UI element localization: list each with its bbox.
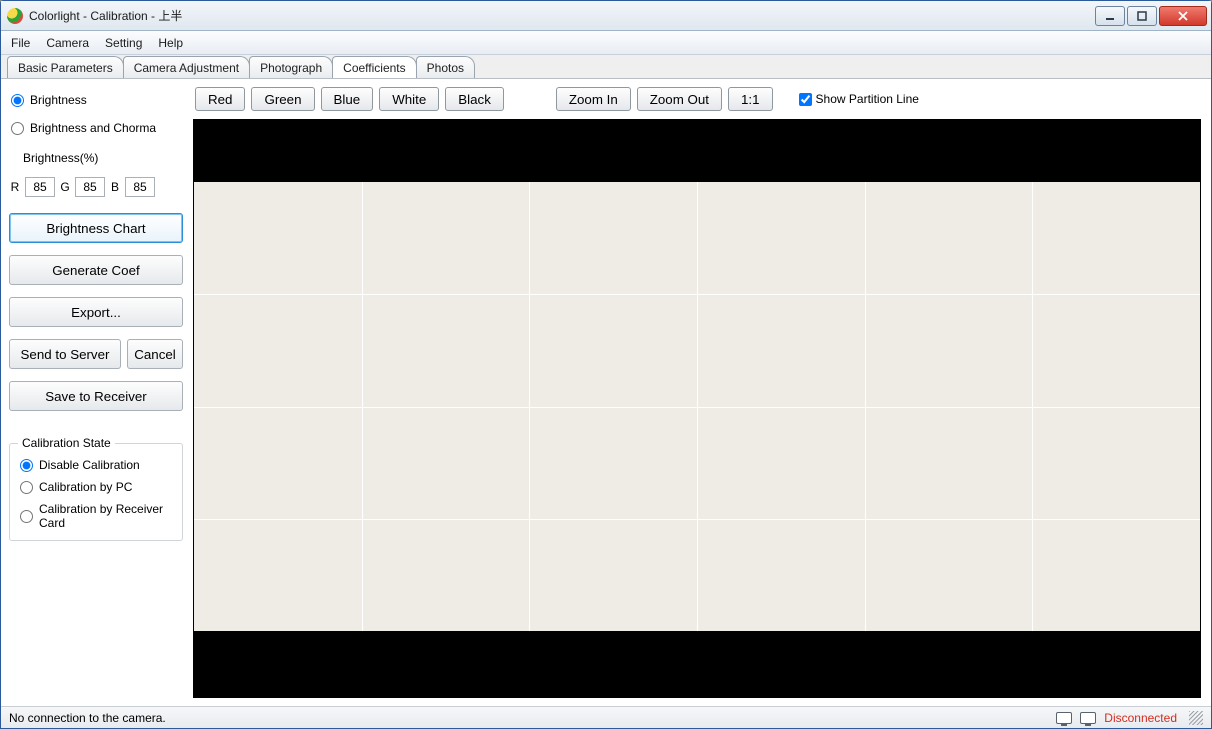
preview-letterbox-bottom [194, 631, 1200, 697]
radio-brightness-chroma-input[interactable] [11, 122, 24, 135]
g-label: G [59, 180, 71, 194]
window-controls [1095, 6, 1207, 26]
tab-coefficients[interactable]: Coefficients [332, 56, 416, 78]
partition-grid [194, 182, 1200, 631]
monitor-icon-2 [1080, 712, 1096, 724]
tab-photos[interactable]: Photos [416, 56, 475, 78]
menu-setting[interactable]: Setting [105, 36, 142, 50]
radio-calibration-pc[interactable]: Calibration by PC [18, 476, 174, 498]
radio-disable-calibration-label: Disable Calibration [39, 458, 140, 472]
close-button[interactable] [1159, 6, 1207, 26]
radio-brightness[interactable]: Brightness [9, 89, 183, 111]
show-partition-label: Show Partition Line [816, 92, 919, 106]
color-blue-button[interactable]: Blue [321, 87, 374, 111]
menu-help[interactable]: Help [158, 36, 183, 50]
radio-calibration-card-input[interactable] [20, 510, 33, 523]
brightness-chart-button[interactable]: Brightness Chart [9, 213, 183, 243]
r-label: R [9, 180, 21, 194]
maximize-button[interactable] [1127, 6, 1157, 26]
radio-calibration-pc-input[interactable] [20, 481, 33, 494]
preview-image [194, 182, 1200, 631]
right-area: Red Green Blue White Black Zoom In Zoom … [191, 79, 1211, 706]
tab-camera-adjustment[interactable]: Camera Adjustment [123, 56, 250, 78]
export-button[interactable]: Export... [9, 297, 183, 327]
radio-brightness-chroma[interactable]: Brightness and Chorma [9, 117, 183, 139]
r-input[interactable] [25, 177, 55, 197]
resize-grip-icon[interactable] [1189, 711, 1203, 725]
tabstrip: Basic Parameters Camera Adjustment Photo… [1, 55, 1211, 79]
show-partition-input[interactable] [799, 93, 812, 106]
calibration-state-title: Calibration State [18, 436, 115, 450]
g-input[interactable] [75, 177, 105, 197]
calibration-state-group: Calibration State Disable Calibration Ca… [9, 443, 183, 541]
cancel-button[interactable]: Cancel [127, 339, 183, 369]
minimize-button[interactable] [1095, 6, 1125, 26]
radio-calibration-card[interactable]: Calibration by Receiver Card [18, 498, 174, 534]
radio-brightness-input[interactable] [11, 94, 24, 107]
menu-camera[interactable]: Camera [46, 36, 89, 50]
app-window: Colorlight - Calibration - 上半 File Camer… [0, 0, 1212, 729]
radio-calibration-pc-label: Calibration by PC [39, 480, 132, 494]
app-icon [7, 8, 23, 24]
save-to-receiver-button[interactable]: Save to Receiver [9, 381, 183, 411]
preview-letterbox-top [194, 120, 1200, 182]
radio-brightness-chroma-label: Brightness and Chorma [30, 121, 156, 135]
client-area: Brightness Brightness and Chorma Brightn… [1, 79, 1211, 706]
tab-photograph[interactable]: Photograph [249, 56, 333, 78]
radio-brightness-label: Brightness [30, 93, 87, 107]
zoom-in-button[interactable]: Zoom In [556, 87, 631, 111]
left-panel: Brightness Brightness and Chorma Brightn… [1, 79, 191, 706]
generate-coef-button[interactable]: Generate Coef [9, 255, 183, 285]
send-to-server-button[interactable]: Send to Server [9, 339, 121, 369]
b-input[interactable] [125, 177, 155, 197]
radio-calibration-card-label: Calibration by Receiver Card [39, 502, 172, 530]
preview-toolbar: Red Green Blue White Black Zoom In Zoom … [193, 87, 1201, 119]
rgb-row: R G B [9, 175, 183, 207]
radio-disable-calibration-input[interactable] [20, 459, 33, 472]
status-message: No connection to the camera. [9, 711, 166, 725]
color-black-button[interactable]: Black [445, 87, 504, 111]
zoom-1to1-button[interactable]: 1:1 [728, 87, 773, 111]
connection-status: Disconnected [1104, 711, 1177, 725]
b-label: B [109, 180, 121, 194]
radio-disable-calibration[interactable]: Disable Calibration [18, 454, 174, 476]
preview-canvas[interactable] [193, 119, 1201, 698]
window-title: Colorlight - Calibration - 上半 [29, 7, 182, 24]
statusbar: No connection to the camera. Disconnecte… [1, 706, 1211, 728]
titlebar[interactable]: Colorlight - Calibration - 上半 [1, 1, 1211, 31]
zoom-out-button[interactable]: Zoom Out [637, 87, 722, 111]
menubar: File Camera Setting Help [1, 31, 1211, 55]
color-red-button[interactable]: Red [195, 87, 245, 111]
monitor-icon [1056, 712, 1072, 724]
brightness-pct-label: Brightness(%) [9, 145, 183, 169]
show-partition-checkbox[interactable]: Show Partition Line [799, 92, 919, 106]
color-white-button[interactable]: White [379, 87, 439, 111]
color-green-button[interactable]: Green [251, 87, 314, 111]
tab-basic-parameters[interactable]: Basic Parameters [7, 56, 124, 78]
menu-file[interactable]: File [11, 36, 30, 50]
